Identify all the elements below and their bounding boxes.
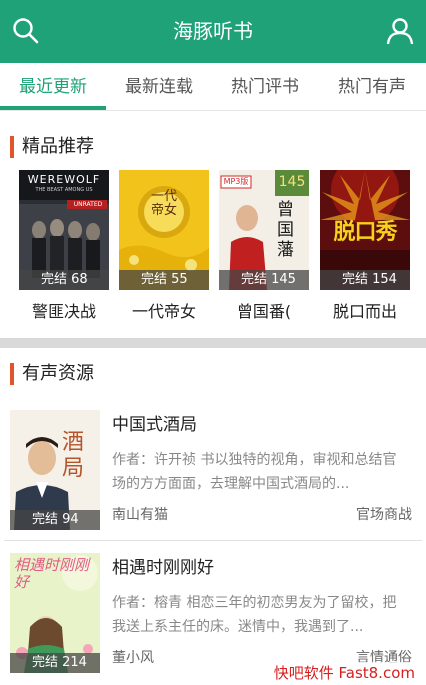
- book-cover[interactable]: 脱口秀 完结 154: [320, 170, 410, 290]
- section-marker: [10, 363, 14, 385]
- book-status: 完结 154: [320, 270, 410, 290]
- cover-title-text: WEREWOLF: [27, 173, 101, 186]
- cover-tag-text: UNRATED: [73, 201, 103, 208]
- tab-recent-updates[interactable]: 最近更新: [0, 63, 106, 111]
- book-cover[interactable]: WEREWOLF THE BEAST AMONG US UNRATED 完结 6…: [19, 170, 109, 290]
- tab-new-serials[interactable]: 最新连载: [106, 63, 212, 111]
- audio-cover[interactable]: 相遇时刚刚好 完结 214: [10, 553, 100, 673]
- audio-cover[interactable]: 酒局 完结 94: [10, 410, 100, 530]
- user-icon[interactable]: [384, 15, 416, 47]
- cover-title-text: 相遇时刚刚好: [14, 556, 90, 591]
- site-watermark: 快吧软件 Fast8.com: [270, 662, 418, 683]
- cover-title-text: 脱口秀: [333, 220, 397, 245]
- audio-title[interactable]: 中国式酒局: [112, 410, 197, 435]
- book-title[interactable]: 警匪决战: [12, 298, 116, 322]
- book-title[interactable]: 一代帝女: [112, 298, 216, 322]
- audio-narrator: 南山有猫: [112, 507, 168, 523]
- section-marker: [10, 136, 14, 158]
- app-title: 海豚听书: [173, 19, 253, 43]
- tab-hot-audio[interactable]: 热门有声: [318, 63, 426, 111]
- audio-narrator: 董小风: [112, 650, 154, 666]
- featured-book[interactable]: 脱口秀 完结 154 脱口而出: [320, 170, 410, 322]
- cover-title-text: 酒局: [62, 430, 85, 481]
- cover-title-text: 一代帝女: [150, 189, 177, 218]
- book-status: 完结 55: [119, 270, 209, 290]
- featured-book[interactable]: WEREWOLF THE BEAST AMONG US UNRATED 完结 6…: [19, 170, 109, 322]
- featured-section-header: 精品推荐: [0, 126, 426, 166]
- audio-description: 作者：许开祯 书以独特的视角，审视和总结官场的方方面面，去理解中国式酒局的...: [112, 452, 397, 492]
- audio-title[interactable]: 相遇时刚刚好: [112, 553, 214, 578]
- cover-subtitle-text: THE BEAST AMONG US: [35, 187, 93, 193]
- app-header: 海豚听书: [0, 0, 426, 63]
- category-tabs: 最近更新 最新连载 热门评书 热门有声: [0, 63, 426, 111]
- audio-heading: 有声资源: [22, 363, 94, 384]
- audio-section-header: 有声资源: [0, 353, 426, 393]
- book-status: 完结 68: [19, 270, 109, 290]
- book-title[interactable]: 脱口而出: [313, 298, 417, 322]
- list-separator: [4, 540, 422, 541]
- book-cover[interactable]: MP3版 145 曾国藩 完结 145: [219, 170, 309, 290]
- book-status: 完结 145: [219, 270, 309, 290]
- book-title[interactable]: 曾国番(: [212, 298, 316, 322]
- featured-heading: 精品推荐: [22, 136, 94, 157]
- featured-book[interactable]: MP3版 145 曾国藩 完结 145 曾国番(: [219, 170, 309, 322]
- audio-category: 官场商战: [356, 507, 412, 523]
- section-divider: [0, 338, 426, 348]
- cover-number-text: 145: [278, 174, 306, 190]
- featured-book[interactable]: 一代帝女 完结 55 一代帝女: [119, 170, 209, 322]
- book-cover[interactable]: 一代帝女 完结 55: [119, 170, 209, 290]
- audio-status: 完结 94: [10, 510, 100, 530]
- cover-title-text: 曾国藩: [277, 200, 294, 260]
- audio-description: 作者：榕青 相恋三年的初恋男友为了留校，把我送上系主任的床。迷情中，我遇到了..…: [112, 595, 397, 635]
- audio-list-item[interactable]: 酒局 完结 94 中国式酒局 作者：许开祯 书以独特的视角，审视和总结官场的方方…: [0, 410, 426, 552]
- active-tab-indicator: [0, 106, 106, 110]
- audio-status: 完结 214: [10, 653, 100, 673]
- cover-tag-text: MP3版: [223, 177, 249, 186]
- tab-hot-storytelling[interactable]: 热门评书: [212, 63, 318, 111]
